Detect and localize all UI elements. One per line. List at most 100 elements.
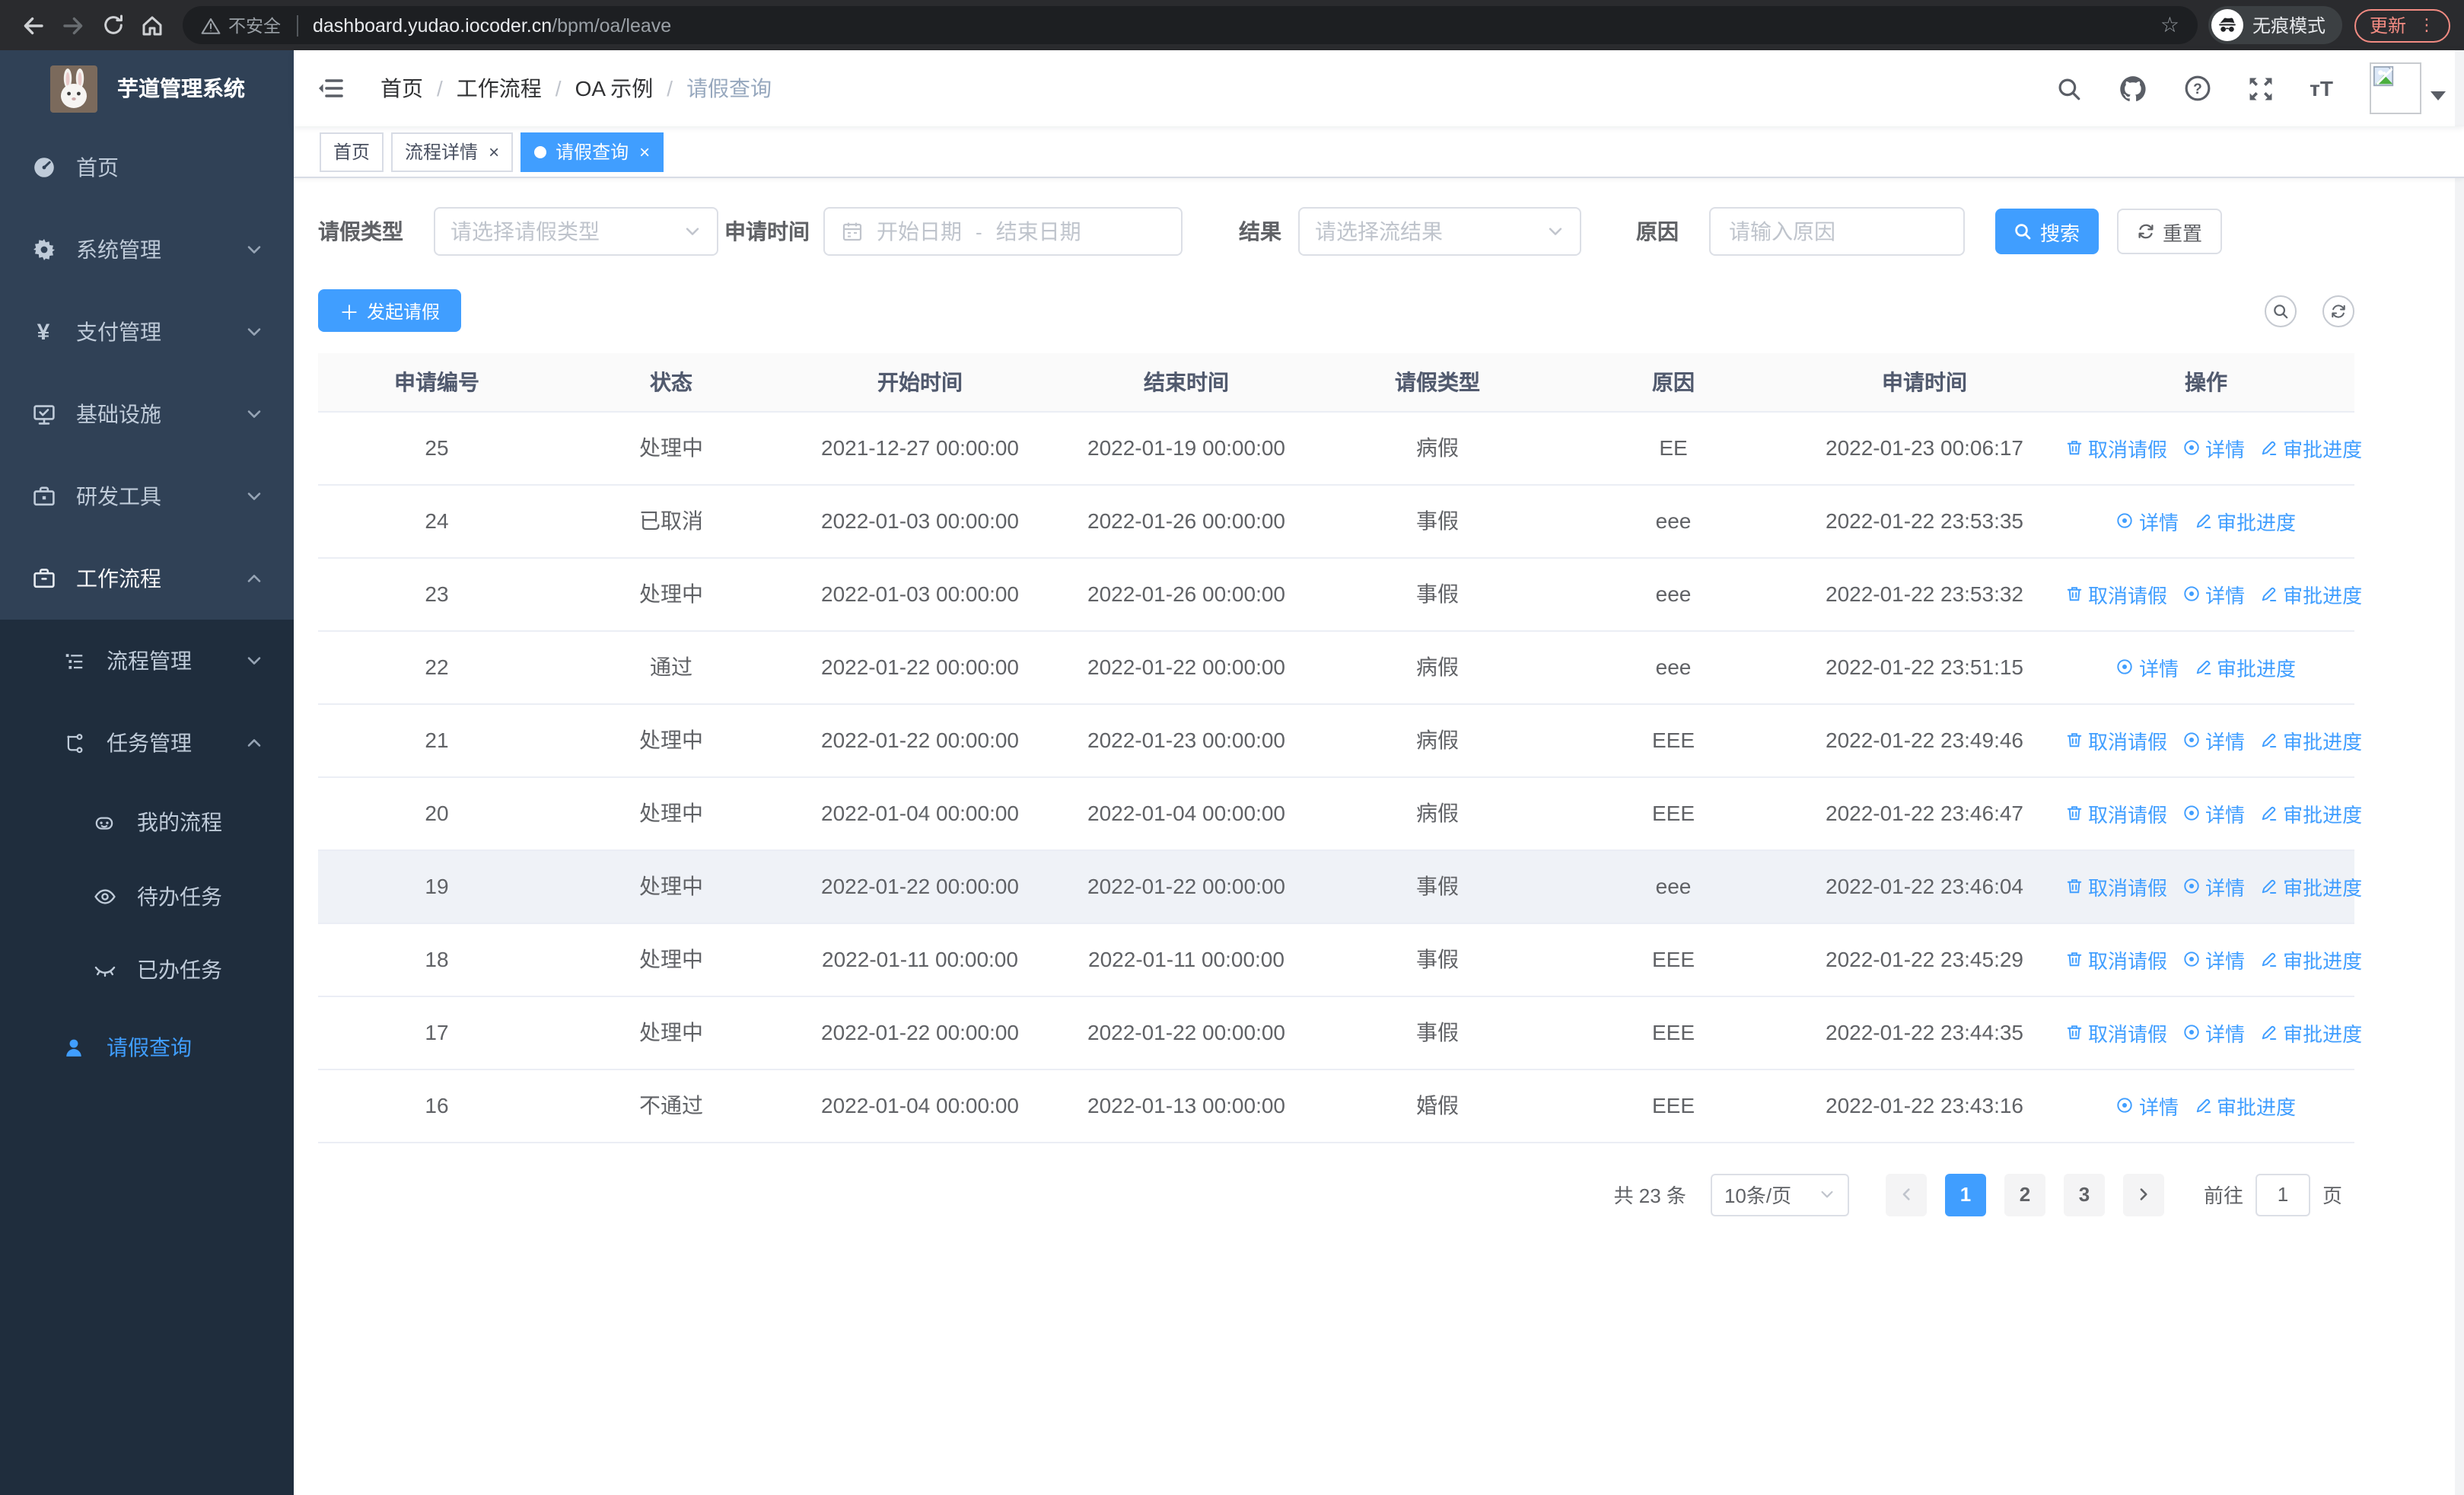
github-icon[interactable]: [2118, 74, 2147, 103]
detail-link[interactable]: 详情: [2182, 872, 2245, 901]
table-toolbar: ＋ 发起请假: [318, 289, 2354, 332]
approval-progress-link[interactable]: 审批进度: [2260, 799, 2362, 827]
scrollbar[interactable]: [2455, 50, 2464, 1495]
sidebar-item-workflow[interactable]: 工作流程: [0, 537, 294, 620]
cell-end-time: 2022-01-26 00:00:00: [1053, 484, 1320, 558]
cell-end-time: 2022-01-22 00:00:00: [1053, 850, 1320, 923]
cell-actions: 详情 审批进度: [2058, 1069, 2354, 1143]
sidebar-item-my-process[interactable]: 我的流程: [0, 784, 294, 860]
sidebar-item-system[interactable]: 系统管理: [0, 209, 294, 291]
breadcrumb-home[interactable]: 首页: [380, 73, 423, 104]
next-page-button[interactable]: [2122, 1173, 2164, 1216]
result-label: 结果: [1239, 219, 1281, 244]
cancel-leave-link[interactable]: 取消请假: [2065, 1018, 2167, 1047]
sidebar-item-todo-tasks[interactable]: 待办任务: [0, 860, 294, 933]
calendar-icon: [842, 221, 863, 242]
cancel-leave-link[interactable]: 取消请假: [2065, 579, 2167, 608]
cell-apply-time: 2022-01-22 23:46:04: [1791, 850, 2058, 923]
sidebar-item-leave-query[interactable]: 请假查询: [0, 1006, 294, 1089]
search-button[interactable]: 搜索: [1995, 209, 2099, 254]
browser-menu-icon[interactable]: ⋮: [2418, 15, 2435, 35]
create-leave-button[interactable]: ＋ 发起请假: [318, 289, 461, 332]
sidebar-item-home[interactable]: 首页: [0, 126, 294, 209]
detail-link[interactable]: 详情: [2182, 433, 2245, 462]
fullscreen-icon[interactable]: [2247, 75, 2273, 101]
sidebar-item-task-management[interactable]: 任务管理: [0, 702, 294, 784]
page-button-3[interactable]: 3: [2063, 1173, 2105, 1216]
cell-start-time: 2022-01-03 00:00:00: [787, 557, 1053, 631]
sidebar-item-dev-tools[interactable]: 研发工具: [0, 455, 294, 537]
approval-progress-link[interactable]: 审批进度: [2194, 652, 2296, 681]
breadcrumb-workflow[interactable]: 工作流程: [457, 73, 542, 104]
search-icon[interactable]: [2055, 75, 2081, 101]
close-icon[interactable]: ×: [639, 142, 650, 161]
home-icon[interactable]: [132, 5, 172, 45]
back-icon[interactable]: [14, 5, 53, 45]
page-size-select[interactable]: 10条/页: [1710, 1173, 1849, 1216]
detail-link[interactable]: 详情: [2182, 1018, 2245, 1047]
detail-link[interactable]: 详情: [2182, 799, 2245, 827]
sidebar-item-process-management[interactable]: 流程管理: [0, 620, 294, 702]
cancel-leave-link[interactable]: 取消请假: [2065, 725, 2167, 754]
approval-progress-link[interactable]: 审批进度: [2260, 1018, 2362, 1047]
cell-apply-id: 18: [318, 923, 556, 996]
address-bar[interactable]: 不安全 dashboard.yudao.iocoder.cn /bpm/oa/l…: [183, 6, 2198, 44]
help-icon[interactable]: ?: [2183, 75, 2211, 102]
cancel-leave-link[interactable]: 取消请假: [2065, 799, 2167, 827]
font-size-icon[interactable]: тT: [2310, 76, 2333, 100]
approval-progress-link[interactable]: 审批进度: [2194, 506, 2296, 535]
logo-avatar: [50, 65, 97, 112]
chevron-down-icon: [245, 487, 263, 505]
table-refresh-button[interactable]: [2322, 295, 2354, 327]
tab-home[interactable]: 首页: [320, 132, 384, 171]
prev-page-button[interactable]: [1885, 1173, 1927, 1216]
page-button-2[interactable]: 2: [2004, 1173, 2045, 1216]
reload-icon[interactable]: [93, 5, 132, 45]
page-content: 请假类型 请选择请假类型 申请时间 开始日期 - 结束日期 结果 请选择流结果 …: [294, 178, 2464, 1495]
view-icon: [2184, 878, 2199, 894]
approval-progress-link[interactable]: 审批进度: [2260, 872, 2362, 901]
table-search-toggle-button[interactable]: [2265, 295, 2297, 327]
goto-page-input[interactable]: [2255, 1173, 2310, 1216]
tab-process-detail[interactable]: 流程详情 ×: [391, 132, 514, 171]
forward-icon[interactable]: [53, 5, 93, 45]
sidebar-item-infrastructure[interactable]: 基础设施: [0, 373, 294, 455]
sidebar-item-payment[interactable]: ¥ 支付管理: [0, 291, 294, 373]
sidebar-item-done-tasks[interactable]: 已办任务: [0, 933, 294, 1006]
collapse-sidebar-icon[interactable]: [294, 75, 356, 102]
eye-open-icon: [91, 885, 117, 909]
tab-leave-query[interactable]: 请假查询 ×: [520, 132, 664, 171]
reset-button[interactable]: 重置: [2117, 209, 2222, 254]
apply-time-label: 申请时间: [724, 219, 810, 244]
approval-progress-link[interactable]: 审批进度: [2260, 725, 2362, 754]
cancel-leave-link[interactable]: 取消请假: [2065, 433, 2167, 462]
view-icon: [2184, 732, 2199, 748]
leave-type-select[interactable]: 请选择请假类型: [434, 207, 718, 256]
detail-link[interactable]: 详情: [2116, 1091, 2179, 1120]
user-avatar[interactable]: [2370, 62, 2446, 114]
approval-progress-link[interactable]: 审批进度: [2260, 579, 2362, 608]
apply-time-range-picker[interactable]: 开始日期 - 结束日期: [823, 207, 1183, 256]
reason-input[interactable]: 请输入原因: [1709, 207, 1965, 256]
view-icon: [2184, 1025, 2199, 1040]
cancel-leave-link[interactable]: 取消请假: [2065, 872, 2167, 901]
detail-link[interactable]: 详情: [2116, 652, 2179, 681]
url-host: dashboard.yudao.iocoder.cn: [313, 14, 552, 36]
approval-progress-link[interactable]: 审批进度: [2194, 1091, 2296, 1120]
detail-link[interactable]: 详情: [2182, 945, 2245, 974]
approval-progress-link[interactable]: 审批进度: [2260, 433, 2362, 462]
detail-link[interactable]: 详情: [2182, 725, 2245, 754]
result-select[interactable]: 请选择流结果: [1298, 207, 1581, 256]
security-warning[interactable]: 不安全: [201, 13, 281, 37]
update-button[interactable]: 更新 ⋮: [2354, 8, 2450, 42]
close-icon[interactable]: ×: [489, 142, 499, 161]
edit-icon: [2262, 441, 2277, 455]
page-button-1[interactable]: 1: [1944, 1173, 1986, 1216]
breadcrumb-oa-example[interactable]: OA 示例: [575, 73, 654, 104]
bookmark-star-icon[interactable]: ☆: [2151, 12, 2189, 38]
detail-link[interactable]: 详情: [2116, 506, 2179, 535]
approval-progress-link[interactable]: 审批进度: [2260, 945, 2362, 974]
cancel-leave-link[interactable]: 取消请假: [2065, 945, 2167, 974]
cell-status: 不通过: [556, 1069, 787, 1143]
detail-link[interactable]: 详情: [2182, 579, 2245, 608]
